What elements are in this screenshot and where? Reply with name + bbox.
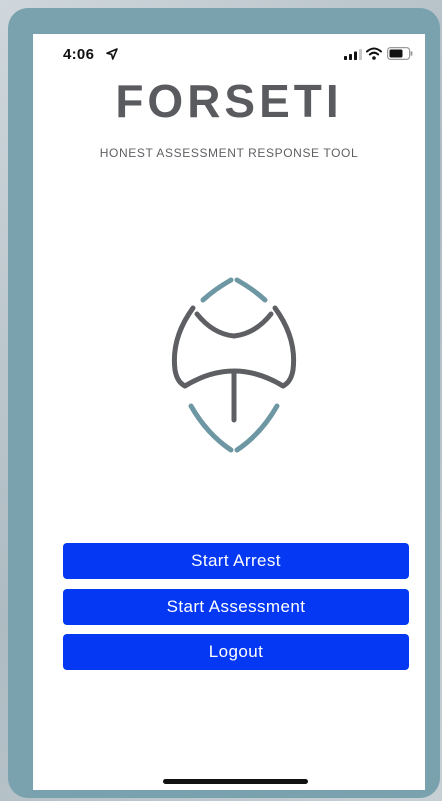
wifi-icon	[366, 47, 382, 60]
app-title: FORSETI	[115, 75, 343, 127]
forseti-shield-logo-icon	[171, 277, 297, 453]
status-bar: 4:06	[33, 34, 425, 74]
start-arrest-button[interactable]: Start Arrest	[63, 543, 409, 579]
battery-icon	[387, 47, 413, 60]
phone-frame: 4:06 FORSETI HONEST ASSESSMENT RESPONSE …	[8, 8, 440, 798]
location-arrow-icon	[106, 48, 118, 60]
status-time: 4:06	[63, 46, 95, 63]
start-assessment-button[interactable]: Start Assessment	[63, 589, 409, 625]
signal-icon	[344, 49, 362, 60]
app-subtitle: HONEST ASSESSMENT RESPONSE TOOL	[99, 146, 359, 160]
home-indicator[interactable]	[163, 779, 308, 784]
logout-button[interactable]: Logout	[63, 634, 409, 670]
app-screen: 4:06 FORSETI HONEST ASSESSMENT RESPONSE …	[33, 34, 425, 790]
